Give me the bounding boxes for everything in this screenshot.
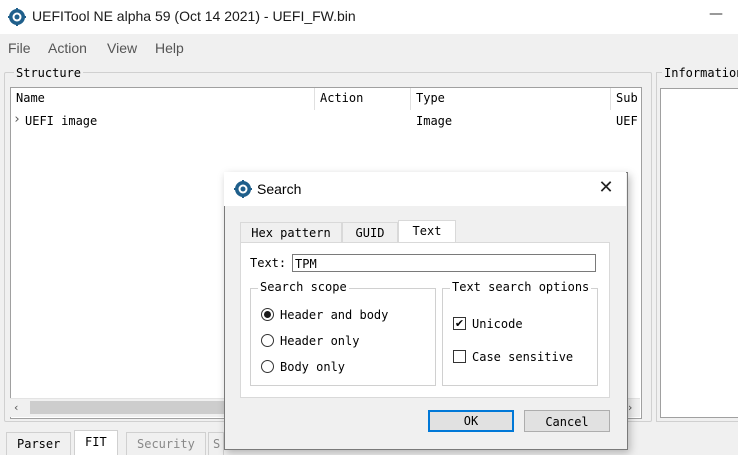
column-name[interactable]: Name bbox=[16, 91, 45, 105]
information-text-area[interactable] bbox=[660, 88, 738, 418]
dialog-title: Search bbox=[257, 181, 302, 197]
search-scope-legend: Search scope bbox=[258, 280, 349, 294]
unicode-checkbox-label[interactable]: Unicode bbox=[472, 317, 523, 331]
minimize-button[interactable]: — bbox=[706, 6, 726, 28]
tab-guid[interactable]: GUID bbox=[342, 222, 398, 243]
cancel-button[interactable]: Cancel bbox=[524, 410, 610, 432]
menu-action[interactable]: Action bbox=[48, 40, 87, 56]
gear-icon bbox=[234, 180, 252, 198]
column-type[interactable]: Type bbox=[416, 91, 445, 105]
close-icon[interactable]: ✕ bbox=[596, 178, 616, 198]
tree-row-type: Image bbox=[416, 114, 453, 128]
case-sensitive-checkbox-label[interactable]: Case sensitive bbox=[472, 350, 573, 364]
menu-file[interactable]: File bbox=[8, 40, 31, 56]
tab-text[interactable]: Text bbox=[398, 220, 456, 243]
column-action[interactable]: Action bbox=[320, 91, 363, 105]
radio-body-only-label[interactable]: Body only bbox=[280, 360, 345, 374]
text-field-label: Text: bbox=[250, 256, 287, 270]
radio-body-only[interactable] bbox=[261, 360, 274, 373]
menu-bar: File Action View Help bbox=[0, 36, 738, 60]
tab-search[interactable]: S bbox=[208, 432, 224, 455]
menu-view[interactable]: View bbox=[107, 40, 137, 56]
tree-row-subtype: UEF bbox=[616, 114, 638, 128]
radio-header-only-label[interactable]: Header only bbox=[280, 334, 359, 348]
expand-chevron-icon[interactable]: › bbox=[13, 112, 21, 127]
scrollbar-thumb[interactable] bbox=[30, 401, 230, 414]
information-legend: Information bbox=[662, 66, 738, 80]
search-text-input[interactable]: TPM bbox=[292, 254, 596, 272]
column-divider[interactable] bbox=[610, 88, 611, 110]
text-options-legend: Text search options bbox=[450, 280, 592, 294]
gear-icon bbox=[8, 8, 26, 26]
window-title: UEFITool NE alpha 59 (Oct 14 2021) - UEF… bbox=[32, 8, 356, 24]
radio-header-and-body[interactable] bbox=[261, 308, 274, 321]
column-subtype[interactable]: Sub bbox=[616, 91, 640, 105]
column-divider[interactable] bbox=[314, 88, 315, 110]
tab-parser[interactable]: Parser bbox=[6, 432, 72, 455]
tab-security[interactable]: Security bbox=[126, 432, 206, 455]
text-options-group bbox=[442, 288, 598, 386]
case-sensitive-checkbox[interactable] bbox=[453, 350, 466, 363]
structure-legend: Structure bbox=[14, 66, 84, 80]
scroll-right-icon[interactable]: › bbox=[628, 401, 632, 414]
tree-row-name[interactable]: UEFI image bbox=[25, 114, 97, 128]
scroll-left-icon[interactable]: ‹ bbox=[14, 401, 18, 414]
column-divider[interactable] bbox=[410, 88, 411, 110]
ok-button[interactable]: OK bbox=[428, 410, 514, 432]
tab-fit[interactable]: FIT bbox=[74, 430, 118, 455]
radio-header-only[interactable] bbox=[261, 334, 274, 347]
unicode-checkbox[interactable]: ✔ bbox=[453, 317, 466, 330]
radio-header-and-body-label[interactable]: Header and body bbox=[280, 308, 388, 322]
tab-hex-pattern[interactable]: Hex pattern bbox=[240, 222, 342, 243]
menu-help[interactable]: Help bbox=[155, 40, 184, 56]
